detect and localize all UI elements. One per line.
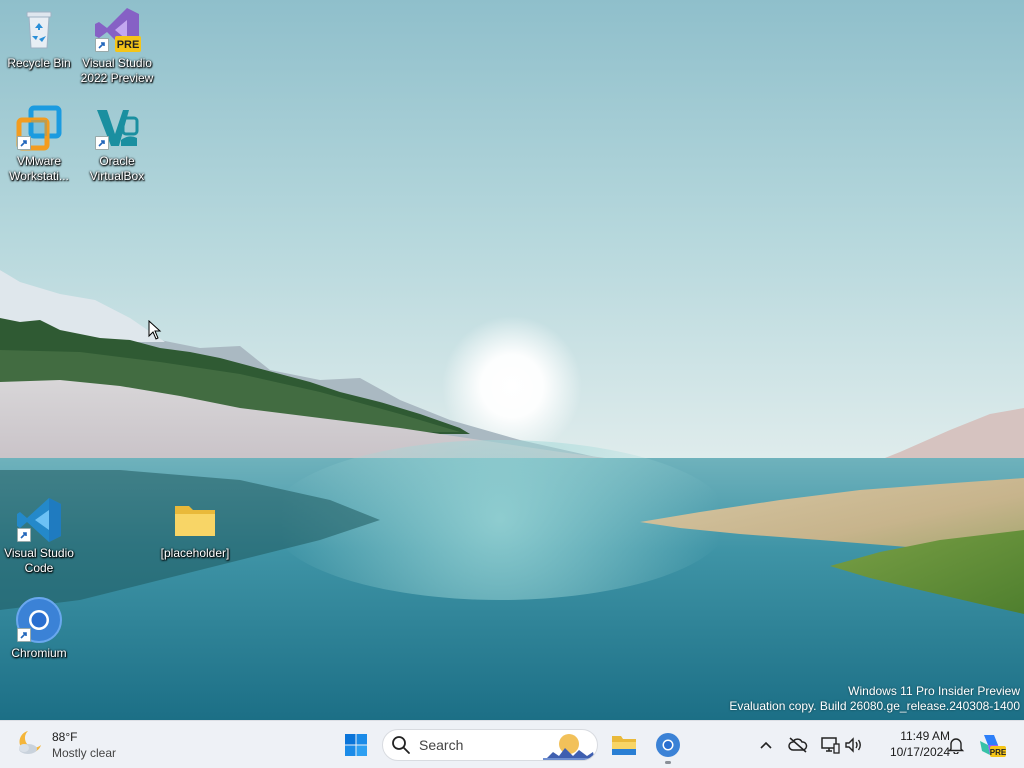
network-tray-button[interactable] <box>818 733 842 757</box>
taskbar-file-explorer-button[interactable] <box>604 725 644 765</box>
chromium-icon <box>655 732 681 758</box>
chromium-icon <box>15 596 63 644</box>
desktop-icon-recycle-bin[interactable]: Recycle Bin <box>0 6 78 71</box>
search-icon <box>391 735 411 755</box>
desktop-icon-visual-studio-preview[interactable]: PRE Visual Studio 2022 Preview <box>78 6 156 86</box>
mouse-cursor-icon <box>148 319 162 345</box>
show-hidden-icons-button[interactable] <box>754 733 778 757</box>
windows-build-watermark: Windows 11 Pro Insider Preview Evaluatio… <box>729 684 1020 714</box>
desktop-icon-vmware-workstation[interactable]: VMware Workstati... <box>0 104 78 184</box>
desktop-icon-label: Recycle Bin <box>7 56 71 70</box>
vmware-workstation-icon <box>15 104 63 152</box>
onedrive-offline-icon <box>788 737 808 753</box>
virtualbox-icon <box>93 104 141 152</box>
shortcut-arrow-icon <box>95 38 109 52</box>
desktop-icon-folder[interactable]: [placeholder] <box>156 496 234 561</box>
clock-date: 10/17/2024 <box>889 745 950 759</box>
shortcut-arrow-icon <box>17 528 31 542</box>
weather-widget[interactable]: 88°F Mostly clear <box>14 727 116 763</box>
watermark-edition: Windows 11 Pro Insider Preview <box>848 684 1020 698</box>
search-highlight-art-icon <box>543 730 595 760</box>
notifications-button[interactable] <box>944 733 968 757</box>
clock-time: 11:49 AM <box>900 729 950 743</box>
windows-start-icon <box>344 733 368 757</box>
weather-moon-cloud-icon <box>14 728 44 763</box>
shortcut-arrow-icon <box>95 136 109 150</box>
copilot-pre-badge: PRE <box>990 748 1006 757</box>
running-indicator <box>665 761 671 764</box>
shortcut-arrow-icon <box>17 628 31 642</box>
chevron-up-icon <box>759 740 773 750</box>
desktop-icon-chromium[interactable]: Chromium <box>0 596 78 661</box>
copilot-button[interactable]: PRE <box>978 731 1006 759</box>
folder-icon <box>171 496 219 544</box>
desktop-icon-label: Chromium <box>11 646 67 660</box>
copilot-icon: PRE <box>978 731 1006 759</box>
taskbar-search-box[interactable] <box>382 729 598 761</box>
shortcut-arrow-icon <box>17 136 31 150</box>
notification-bell-icon <box>947 736 965 754</box>
visual-studio-preview-icon: PRE <box>93 6 141 54</box>
taskbar-chromium-button[interactable] <box>648 725 688 765</box>
desktop-icon-vscode[interactable]: Visual Studio Code <box>0 496 78 576</box>
desktop-icon-label: Oracle VirtualBox <box>89 154 145 183</box>
volume-tray-button[interactable] <box>842 733 866 757</box>
network-icon <box>820 736 840 754</box>
search-input[interactable] <box>419 737 539 753</box>
desktop-icon-oracle-virtualbox[interactable]: Oracle VirtualBox <box>78 104 156 184</box>
taskbar: 88°F Mostly clear Search 11:49 AM 10/17/… <box>0 720 1024 768</box>
taskbar-clock[interactable]: 11:49 AM 10/17/2024 <box>868 728 950 760</box>
watermark-build: Evaluation copy. Build 26080.ge_release.… <box>729 699 1020 713</box>
pre-badge: PRE <box>117 39 140 51</box>
desktop-icon-label: VMware Workstati... <box>9 154 69 183</box>
file-explorer-icon <box>611 733 637 757</box>
weather-condition: Mostly clear <box>52 746 117 760</box>
onedrive-tray-button[interactable] <box>786 733 810 757</box>
desktop-icon-label: Visual Studio 2022 Preview <box>80 56 154 85</box>
desktop-icon-label: Visual Studio Code <box>4 546 74 575</box>
start-button[interactable] <box>336 725 376 765</box>
vscode-icon <box>15 496 63 544</box>
volume-icon <box>844 736 864 754</box>
weather-temperature: 88°F <box>52 730 78 744</box>
recycle-bin-icon <box>15 6 63 54</box>
desktop-icon-label: [placeholder] <box>160 546 230 560</box>
